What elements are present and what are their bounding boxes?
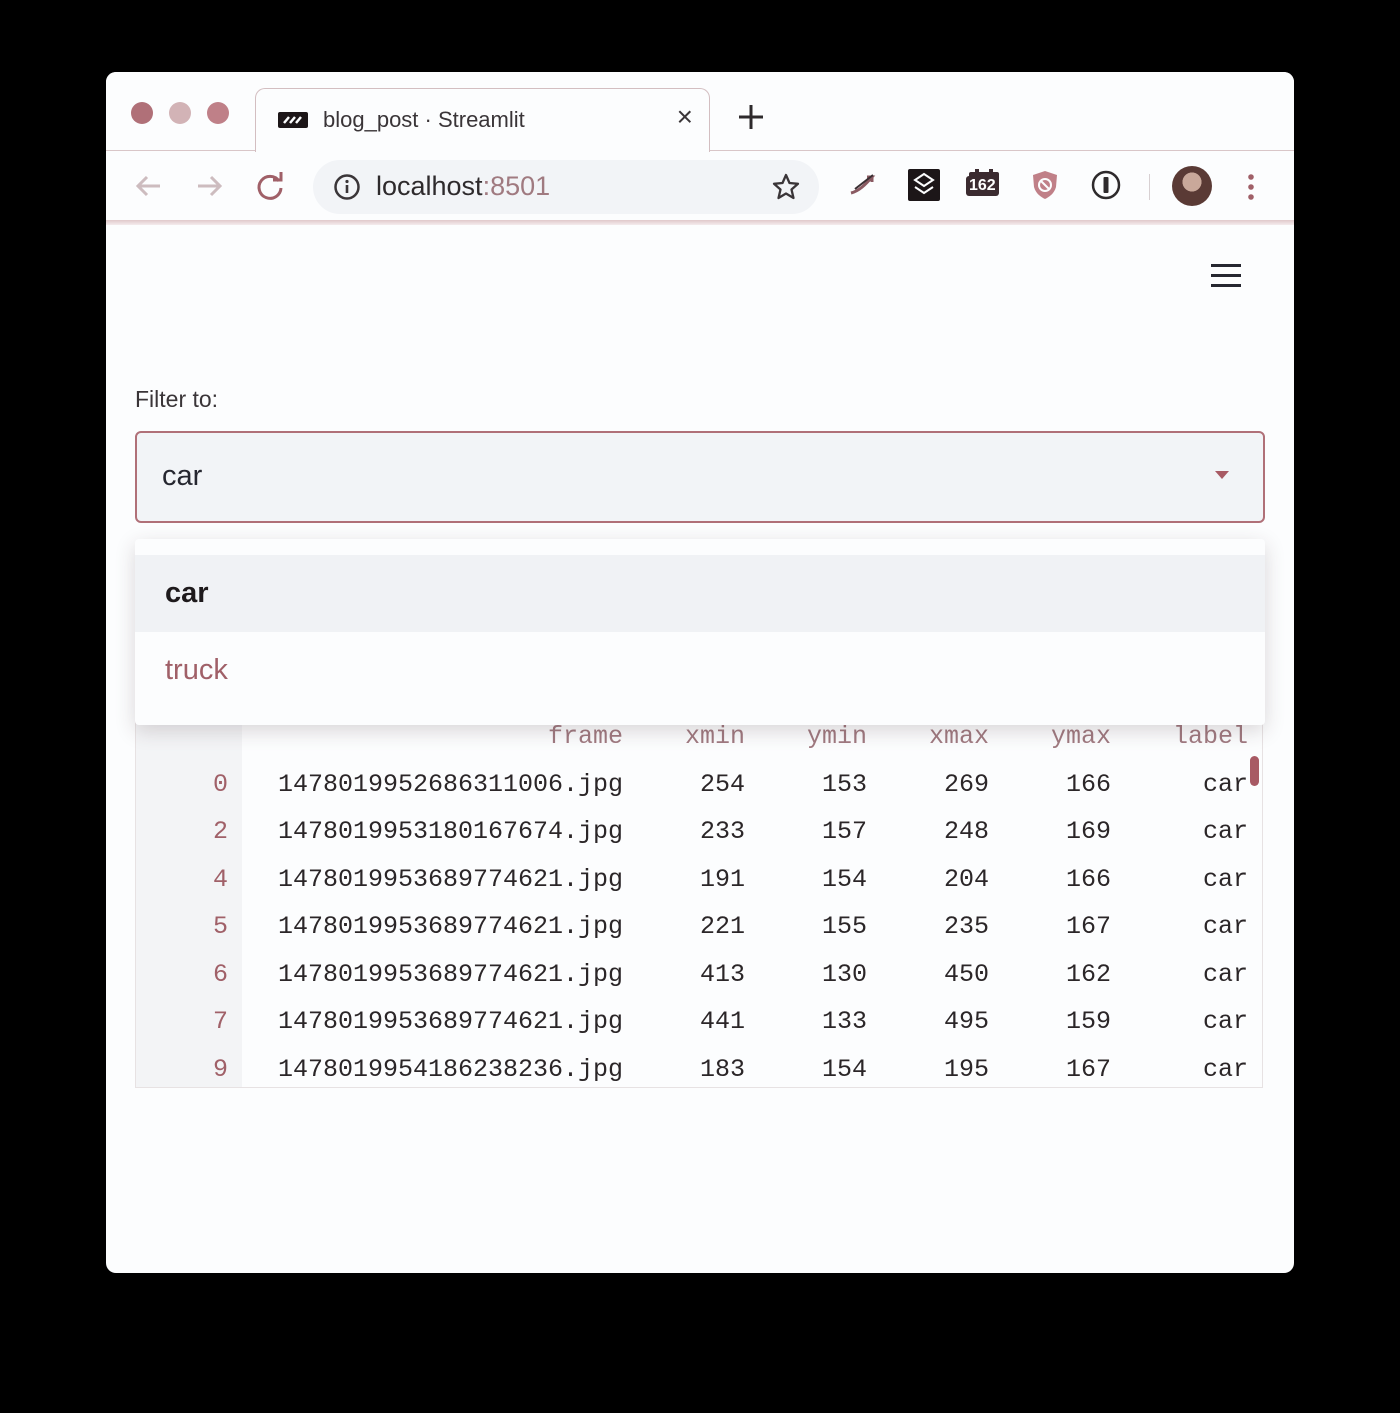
toolbar-border xyxy=(106,220,1294,225)
streamlit-favicon-icon xyxy=(278,112,308,128)
chevron-down-icon[interactable] xyxy=(1215,471,1229,479)
table-cell-xmax: 195 xyxy=(943,1054,989,1084)
table-row: 2 1478019953180167674.jpg 233 157 248 169 car xyxy=(136,808,1248,856)
table-cell-ymax: 159 xyxy=(1065,1007,1111,1037)
table-cell-label: car xyxy=(1202,817,1248,847)
info-icon[interactable] xyxy=(333,173,361,201)
address-bar[interactable]: localhost:8501 xyxy=(313,160,819,214)
row-index-cell: 6 xyxy=(212,959,228,989)
extension-badge: 162 xyxy=(966,176,999,196)
dropdown-option-truck[interactable]: truck xyxy=(135,632,1265,709)
table-cell-xmin: 183 xyxy=(699,1054,745,1084)
table-cell-ymin: 154 xyxy=(821,1054,867,1084)
table-cell-ymin: 157 xyxy=(821,817,867,847)
table-cell-ymin: 130 xyxy=(821,959,867,989)
table-cell-frame: 1478019953689774621.jpg xyxy=(277,959,623,989)
table-cell-xmax: 450 xyxy=(943,959,989,989)
window-minimize-button[interactable] xyxy=(169,102,191,124)
table-cell-xmin: 254 xyxy=(699,769,745,799)
table-cell-ymax: 166 xyxy=(1065,864,1111,894)
dataframe-table: frame xmin ymin xmax ymax label 0 1478019… xyxy=(136,713,1248,1088)
filter-label: Filter to: xyxy=(135,386,219,412)
password-manager-icon[interactable] xyxy=(1088,167,1124,203)
table-cell-ymin: 133 xyxy=(821,1007,867,1037)
table-row: 5 1478019953689774621.jpg 221 155 235 167 car xyxy=(136,903,1248,951)
table-row: 0 1478019952686311006.jpg 254 153 269 166 car xyxy=(136,761,1248,809)
table-cell-xmin: 191 xyxy=(699,864,745,894)
url-text: localhost:8501 xyxy=(376,171,550,202)
row-index-cell: 7 xyxy=(212,1007,228,1037)
dropdown-option-car[interactable]: car xyxy=(135,555,1265,632)
tab-strip: blog_post · Streamlit × xyxy=(106,72,1294,152)
table-row: 7 1478019953689774621.jpg 441 133 495 159 car xyxy=(136,998,1248,1046)
hamburger-menu-icon[interactable] xyxy=(1211,262,1241,290)
table-cell-ymax: 162 xyxy=(1065,959,1111,989)
table-cell-frame: 1478019953689774621.jpg xyxy=(277,912,623,942)
table-cell-ymin: 154 xyxy=(821,864,867,894)
row-index-cell: 9 xyxy=(212,1054,228,1084)
table-cell-label: car xyxy=(1202,864,1248,894)
window-close-button[interactable] xyxy=(131,102,153,124)
dataframe-scrollbar[interactable] xyxy=(1250,756,1259,786)
table-cell-frame: 1478019952686311006.jpg xyxy=(277,769,623,799)
table-cell-frame: 1478019953689774621.jpg xyxy=(277,1007,623,1037)
table-cell-label: car xyxy=(1202,959,1248,989)
browser-toolbar: localhost:8501 162 xyxy=(106,151,1294,223)
table-cell-ymax: 166 xyxy=(1065,769,1111,799)
table-cell-ymin: 153 xyxy=(821,769,867,799)
profile-avatar[interactable] xyxy=(1172,166,1212,206)
reload-icon[interactable] xyxy=(253,169,287,203)
table-row: 6 1478019953689774621.jpg 413 130 450 162 car xyxy=(136,951,1248,999)
dataframe[interactable]: frame xmin ymin xmax ymax label 0 1478019… xyxy=(135,712,1263,1088)
extension-layers-icon[interactable] xyxy=(906,167,942,203)
table-cell-xmin: 441 xyxy=(699,1007,745,1037)
toolbar-separator xyxy=(1149,174,1150,200)
table-cell-xmin: 221 xyxy=(699,912,745,942)
table-cell-xmax: 235 xyxy=(943,912,989,942)
table-cell-xmax: 269 xyxy=(943,769,989,799)
back-arrow-icon[interactable] xyxy=(132,169,166,203)
table-row: 9 1478019954186238236.jpg 183 154 195 167 car xyxy=(136,1046,1248,1088)
new-tab-icon[interactable] xyxy=(734,100,768,134)
row-index-cell: 0 xyxy=(212,769,228,799)
table-cell-frame: 1478019953689774621.jpg xyxy=(277,864,623,894)
table-cell-ymax: 167 xyxy=(1065,1054,1111,1084)
extension-arrow-icon[interactable] xyxy=(845,167,881,203)
dropdown-menu: car truck xyxy=(135,539,1265,725)
tab-close-icon[interactable]: × xyxy=(677,103,693,131)
table-cell-frame: 1478019953180167674.jpg xyxy=(277,817,623,847)
table-cell-label: car xyxy=(1202,912,1248,942)
row-index-cell: 5 xyxy=(212,912,228,942)
table-cell-xmax: 204 xyxy=(943,864,989,894)
browser-menu-icon[interactable] xyxy=(1246,172,1256,202)
url-host: localhost xyxy=(376,171,483,201)
table-cell-xmax: 248 xyxy=(943,817,989,847)
row-index-cell: 2 xyxy=(212,817,228,847)
row-index-cell: 4 xyxy=(212,864,228,894)
table-cell-xmin: 233 xyxy=(699,817,745,847)
url-port: :8501 xyxy=(482,171,551,201)
shield-icon[interactable] xyxy=(1027,167,1063,203)
window-maximize-button[interactable] xyxy=(207,102,229,124)
table-cell-label: car xyxy=(1202,1054,1248,1084)
forward-arrow-icon[interactable] xyxy=(192,169,226,203)
tab-title: blog_post · Streamlit xyxy=(323,107,525,132)
select-value: car xyxy=(162,460,203,492)
browser-tab[interactable]: blog_post · Streamlit × xyxy=(255,88,710,152)
table-cell-frame: 1478019954186238236.jpg xyxy=(277,1054,623,1084)
table-cell-xmin: 413 xyxy=(699,959,745,989)
table-cell-ymax: 169 xyxy=(1065,817,1111,847)
browser-window: blog_post · Streamlit × localhost:8501 1… xyxy=(106,72,1294,1273)
star-icon[interactable] xyxy=(771,172,801,202)
filter-select[interactable]: car xyxy=(135,431,1265,523)
table-row: 4 1478019953689774621.jpg 191 154 204 166 car xyxy=(136,856,1248,904)
table-cell-ymax: 167 xyxy=(1065,912,1111,942)
table-cell-label: car xyxy=(1202,769,1248,799)
table-cell-ymin: 155 xyxy=(821,912,867,942)
table-cell-label: car xyxy=(1202,1007,1248,1037)
table-cell-xmax: 495 xyxy=(943,1007,989,1037)
